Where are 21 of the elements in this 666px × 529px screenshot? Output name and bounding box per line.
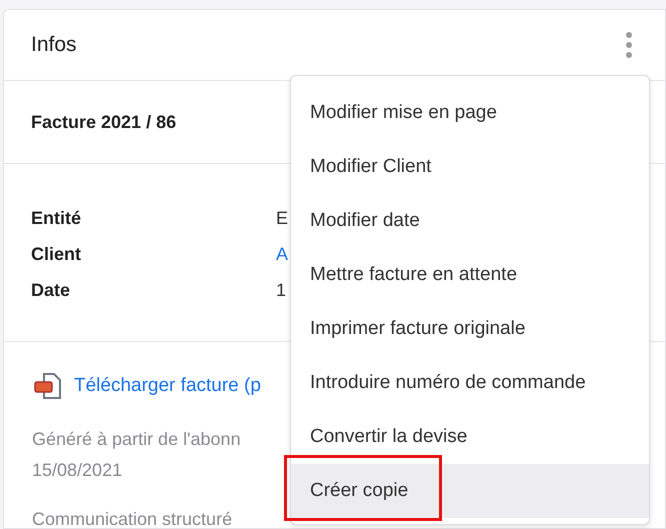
card-title: Infos <box>31 32 77 58</box>
menu-item[interactable]: Convertir la devise <box>291 410 649 464</box>
menu-item[interactable]: Imprimer facture originale <box>291 302 649 356</box>
generated-note: Généré à partir de l'abonn 15/08/2021 <box>32 428 242 482</box>
menu-item[interactable]: Introduire numéro de commande <box>291 356 649 410</box>
download-link[interactable]: Télécharger facture (p <box>74 372 261 400</box>
footer-text: Communication structuré <box>32 508 234 528</box>
pdf-file-icon <box>32 370 64 402</box>
detail-label: Entité <box>31 206 82 230</box>
menu-item[interactable]: Mettre facture en attente <box>291 248 649 302</box>
detail-value: E <box>276 206 288 230</box>
menu-item[interactable]: Modifier mise en page <box>291 86 649 140</box>
detail-link[interactable]: A <box>276 240 288 268</box>
detail-label: Client <box>31 242 82 266</box>
menu-item[interactable]: Créer copie <box>291 464 649 518</box>
detail-label: Date <box>31 278 72 302</box>
detail-value: 1 <box>276 278 286 302</box>
menu-item[interactable]: Modifier date <box>291 194 649 248</box>
menu-item[interactable]: Modifier Client <box>291 140 649 194</box>
more-options-icon[interactable] <box>625 31 633 59</box>
invoice-title: Facture 2021 / 86 <box>31 110 176 134</box>
